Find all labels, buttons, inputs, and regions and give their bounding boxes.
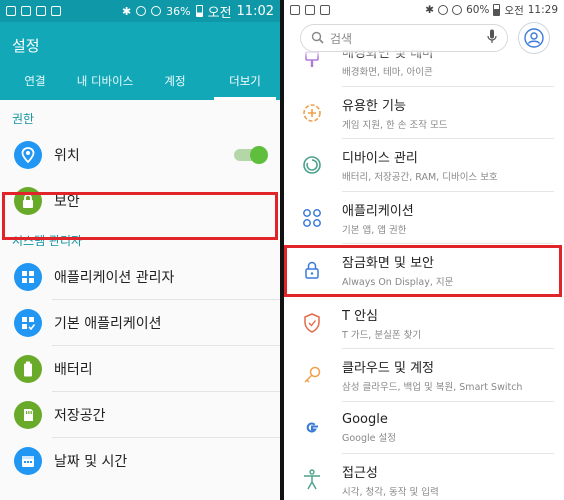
search-bar[interactable]: 검색 <box>300 24 508 52</box>
clock-ampm: 오전 <box>207 5 232 21</box>
shield-icon <box>300 311 324 335</box>
storage-icon <box>14 401 42 429</box>
item-title: 디바이스 관리 <box>342 151 418 167</box>
item-subtitle: Always On Display, 지문 <box>342 277 454 289</box>
list-item-lock-screen-security[interactable]: 잠금화면 및 보안 Always On Display, 지문 <box>284 244 564 297</box>
item-subtitle: 삼성 클라우드, 백업 및 복원, Smart Switch <box>342 382 523 394</box>
setting-item-date-time[interactable]: 날짜 및 시간 <box>0 438 280 484</box>
list-item-t-safe[interactable]: T 안심 T 가드, 분실폰 찾기 <box>284 297 564 350</box>
plus-gear-icon <box>300 101 324 125</box>
default-apps-icon <box>14 309 42 337</box>
setting-label-location: 위치 <box>54 148 80 164</box>
setting-label-storage: 저장공간 <box>54 408 106 424</box>
settings-list: 배경화면 및 테마 배경화면, 테마, 아이콘 유용한 기능 게임 지원, 한 … <box>284 34 564 500</box>
left-screen: ✱ 36% 오전 11:02 설정 연결 내 디바이스 계정 더보기 권한 위치… <box>0 0 280 500</box>
setting-item-default-apps[interactable]: 기본 애플리케이션 <box>0 300 280 346</box>
list-item-google[interactable]: Google Google 설정 <box>284 402 564 455</box>
google-icon <box>300 416 324 440</box>
battery-percent: 60% <box>466 4 490 16</box>
clock-time: 11:29 <box>527 4 558 16</box>
location-toggle[interactable] <box>234 146 268 164</box>
clock-time: 11:02 <box>236 3 274 19</box>
search-input[interactable]: 검색 <box>330 30 487 47</box>
image-notification-icon <box>6 6 16 16</box>
microphone-icon[interactable] <box>487 29 497 48</box>
item-title: 클라우드 및 계정 <box>342 361 434 377</box>
list-item-device-maintenance[interactable]: 디바이스 관리 배터리, 저장공간, RAM, 디바이스 보호 <box>284 139 564 192</box>
bluetooth-icon: ✱ <box>121 4 132 18</box>
page-title: 설정 <box>12 37 40 55</box>
settings-tabs: 연결 내 디바이스 계정 더보기 <box>0 66 280 100</box>
list-item-cloud-accounts[interactable]: 클라우드 및 계정 삼성 클라우드, 백업 및 복원, Smart Switch <box>284 349 564 402</box>
item-title: 유용한 기능 <box>342 98 406 114</box>
image-notification-icon <box>290 5 300 15</box>
gallery-notification-icon <box>305 5 315 15</box>
key-icon <box>300 363 324 387</box>
list-item-advanced-features[interactable]: 유용한 기능 게임 지원, 한 손 조작 모드 <box>284 87 564 140</box>
item-title: 애플리케이션 <box>342 203 414 219</box>
item-subtitle: Google 설정 <box>342 432 397 444</box>
setting-label-security: 보안 <box>54 194 80 210</box>
do-not-disturb-icon <box>151 6 162 16</box>
sync-notification-icon <box>36 6 46 16</box>
item-subtitle: 배터리, 저장공간, RAM, 디바이스 보호 <box>342 172 498 184</box>
search-icon <box>311 29 324 48</box>
setting-label-battery: 배터리 <box>54 362 93 378</box>
item-title: Google <box>342 411 388 427</box>
item-title: 잠금화면 및 보안 <box>342 256 434 272</box>
battery-icon <box>493 4 501 16</box>
refresh-icon <box>300 153 324 177</box>
status-bar: ✱ 36% 오전 11:02 <box>0 0 280 22</box>
do-not-disturb-icon <box>452 5 463 15</box>
item-subtitle: T 가드, 분실폰 찾기 <box>342 329 422 341</box>
message-notification-icon <box>320 5 330 15</box>
document-notification-icon <box>21 6 31 16</box>
calendar-icon <box>14 447 42 475</box>
item-subtitle: 시각, 청각, 동작 및 입력 <box>342 487 439 499</box>
section-header-permissions: 권한 <box>12 112 35 126</box>
item-subtitle: 기본 앱, 앱 권한 <box>342 224 407 236</box>
setting-item-location[interactable]: 위치 <box>0 132 280 178</box>
profile-icon <box>524 28 544 48</box>
item-subtitle: 게임 지원, 한 손 조작 모드 <box>342 119 448 131</box>
setting-item-storage[interactable]: 저장공간 <box>0 392 280 438</box>
location-icon <box>14 141 42 169</box>
accessibility-icon <box>300 468 324 492</box>
account-avatar-button[interactable] <box>518 22 550 54</box>
setting-item-battery[interactable]: 배터리 <box>0 346 280 392</box>
tab-my-device[interactable]: 내 디바이스 <box>70 66 140 100</box>
clock-ampm: 오전 <box>504 4 524 17</box>
tab-connections[interactable]: 연결 <box>0 66 70 100</box>
setting-item-security[interactable]: 보안 <box>0 178 280 224</box>
setting-label-date-time: 날짜 및 시간 <box>54 454 128 470</box>
lock-icon <box>14 187 42 215</box>
tab-accounts[interactable]: 계정 <box>140 66 210 100</box>
setting-item-app-manager[interactable]: 애플리케이션 관리자 <box>0 254 280 300</box>
item-subtitle: 배경화면, 테마, 아이콘 <box>342 67 433 79</box>
battery-icon <box>195 5 203 17</box>
bluetooth-icon: ✱ <box>425 4 435 16</box>
section-header-system-manager: 시스템 관리자 <box>12 234 83 248</box>
lock-icon <box>300 258 324 282</box>
list-item-accessibility[interactable]: 접근성 시각, 청각, 동작 및 입력 <box>284 454 564 500</box>
gallery-notification-icon <box>51 6 61 16</box>
tab-more[interactable]: 더보기 <box>210 66 280 100</box>
wifi-icon <box>136 6 147 16</box>
apps-grid-icon <box>14 263 42 291</box>
battery-icon <box>14 355 42 383</box>
right-screen: ✱ 60% 오전 11:29 배경화면 및 테마 배경화면, 테마, 아이콘 유… <box>284 0 564 500</box>
apps-grid-icon <box>300 206 324 230</box>
item-title: 접근성 <box>342 466 378 482</box>
app-bar: 설정 연결 내 디바이스 계정 더보기 <box>0 22 280 100</box>
wifi-icon <box>438 5 449 15</box>
status-bar-right: ✱ 60% 오전 11:29 <box>284 0 564 20</box>
list-item-applications[interactable]: 애플리케이션 기본 앱, 앱 권한 <box>284 192 564 245</box>
battery-percent: 36% <box>166 4 191 18</box>
setting-label-default-apps: 기본 애플리케이션 <box>54 316 162 332</box>
item-title: T 안심 <box>342 308 378 324</box>
setting-label-app-manager: 애플리케이션 관리자 <box>54 270 175 286</box>
